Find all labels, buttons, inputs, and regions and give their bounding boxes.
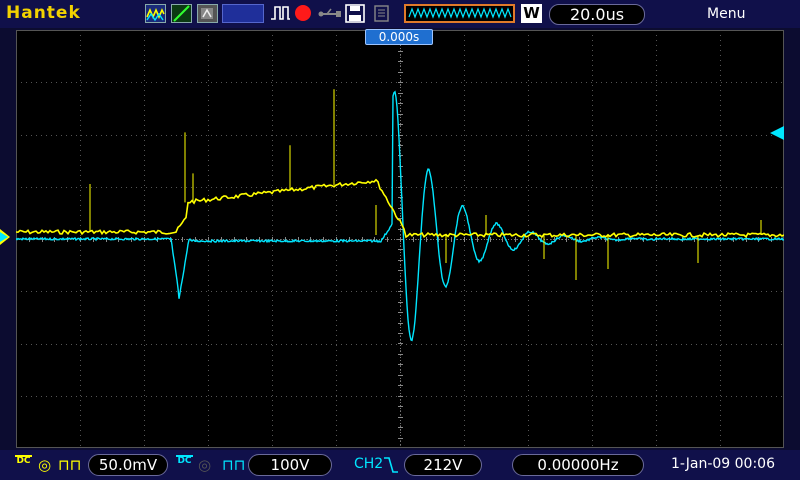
ch2-coupling-icon[interactable]: DC — [176, 455, 193, 474]
usb-icon[interactable] — [318, 4, 341, 23]
persistence-icon[interactable] — [197, 4, 218, 23]
w-label[interactable]: W — [521, 4, 542, 23]
ch2-bw-limit-icon[interactable]: ◎ — [198, 456, 211, 474]
trigger-level[interactable]: 212V — [404, 454, 482, 476]
trigger-level-marker[interactable] — [770, 126, 784, 140]
graticule — [16, 30, 784, 448]
waveform-area — [16, 30, 784, 448]
stop-icon[interactable] — [294, 4, 315, 23]
ch1-coupling-icon[interactable]: DC — [15, 455, 32, 474]
datetime: 1-Jan-09 00:06 — [671, 456, 775, 472]
timebase-display[interactable]: 20.0us — [549, 4, 645, 25]
save-disk-icon[interactable] — [345, 4, 366, 23]
trigger-position-marker[interactable]: 0.000s — [365, 29, 433, 45]
ch1-volts-div[interactable]: 50.0mV — [88, 454, 168, 476]
bottom-status-bar: DC ◎ ⊓⊓ 50.0mV DC ◎ ⊓⊓ 100V CH2 212V 0.0… — [0, 450, 800, 480]
brand-logo: Hantek — [6, 3, 81, 23]
ch2-volts-div[interactable]: 100V — [248, 454, 332, 476]
trigger-source-label[interactable]: CH2 — [354, 456, 383, 472]
trigger-edge-icon[interactable] — [383, 456, 399, 474]
status-indicator-box — [222, 4, 264, 23]
oscilloscope-screen: Hantek W 20.0us Menu 0.000s DC ◎ ⊓⊓ 50.0… — [0, 0, 800, 480]
waveform-mode-icon[interactable] — [145, 4, 166, 23]
ch1-ground-marker[interactable] — [0, 229, 10, 245]
memory-depth-bar[interactable] — [404, 4, 515, 23]
menu-button[interactable]: Menu — [707, 6, 745, 22]
memory-icon[interactable] — [371, 4, 392, 23]
vector-display-icon[interactable] — [171, 4, 192, 23]
ch2-probe-icon[interactable]: ⊓⊓ — [222, 456, 245, 474]
run-mode-pulse-icon[interactable] — [270, 4, 291, 23]
ch1-probe-icon[interactable]: ⊓⊓ — [58, 456, 81, 474]
ch1-bw-limit-icon[interactable]: ◎ — [38, 456, 51, 474]
top-toolbar: Hantek W 20.0us Menu — [0, 0, 800, 28]
frequency-counter: 0.00000Hz — [512, 454, 644, 476]
